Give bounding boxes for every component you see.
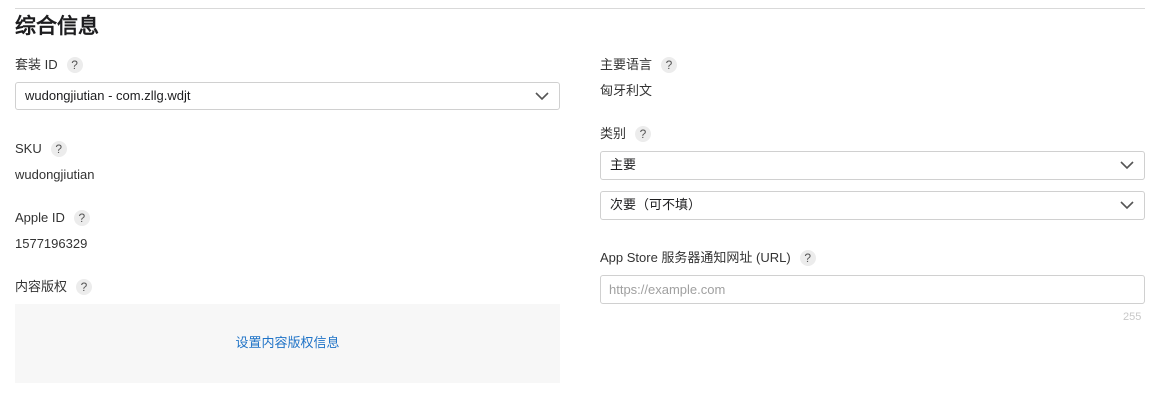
category-label-text: 类别 bbox=[600, 126, 627, 141]
content-rights-help-icon[interactable]: ? bbox=[76, 279, 93, 295]
secondary-category-value: 次要（可不填） bbox=[610, 197, 702, 212]
section-title: 综合信息 bbox=[15, 15, 99, 38]
content-rights-label: 内容版权 ? bbox=[15, 278, 93, 296]
content-rights-label-text: 内容版权 bbox=[15, 279, 68, 294]
url-char-limit: 255 bbox=[1123, 311, 1142, 323]
category-help-icon[interactable]: ? bbox=[635, 126, 652, 142]
notification-url-input[interactable] bbox=[600, 275, 1145, 304]
bundle-id-selected-value: wudongjiutian - com.zllg.wdjt bbox=[25, 88, 191, 103]
bundle-id-label-text: 套装 ID bbox=[15, 57, 58, 72]
apple-id-label-text: Apple ID bbox=[15, 210, 65, 225]
sku-help-icon[interactable]: ? bbox=[50, 141, 67, 157]
primary-language-label-text: 主要语言 bbox=[600, 57, 653, 72]
notification-url-label: App Store 服务器通知网址 (URL) ? bbox=[600, 249, 816, 267]
primary-language-value: 匈牙利文 bbox=[600, 83, 653, 98]
category-label: 类别 ? bbox=[600, 125, 652, 143]
sku-label: SKU ? bbox=[15, 140, 67, 158]
apple-id-value: 1577196329 bbox=[15, 236, 88, 251]
bundle-id-label: 套装 ID ? bbox=[15, 56, 83, 74]
notification-url-help-icon[interactable]: ? bbox=[799, 250, 816, 266]
apple-id-label: Apple ID ? bbox=[15, 209, 90, 227]
primary-language-help-icon[interactable]: ? bbox=[661, 57, 678, 73]
set-content-rights-link[interactable]: 设置内容版权信息 bbox=[15, 334, 560, 352]
sku-label-text: SKU bbox=[15, 141, 42, 156]
section-divider bbox=[15, 8, 1145, 9]
primary-language-label: 主要语言 ? bbox=[600, 56, 678, 74]
primary-category-value: 主要 bbox=[610, 157, 637, 172]
chevron-down-icon bbox=[535, 92, 549, 101]
chevron-down-icon bbox=[1120, 161, 1134, 170]
bundle-id-help-icon[interactable]: ? bbox=[66, 57, 83, 73]
apple-id-help-icon[interactable]: ? bbox=[73, 210, 90, 226]
notification-url-label-text: App Store 服务器通知网址 (URL) bbox=[600, 250, 791, 265]
chevron-down-icon bbox=[1120, 201, 1134, 210]
content-rights-panel: 设置内容版权信息 bbox=[15, 304, 560, 383]
sku-value: wudongjiutian bbox=[15, 167, 95, 182]
primary-category-select[interactable]: 主要 bbox=[600, 151, 1145, 180]
bundle-id-select[interactable]: wudongjiutian - com.zllg.wdjt bbox=[15, 82, 560, 110]
secondary-category-select[interactable]: 次要（可不填） bbox=[600, 191, 1145, 220]
